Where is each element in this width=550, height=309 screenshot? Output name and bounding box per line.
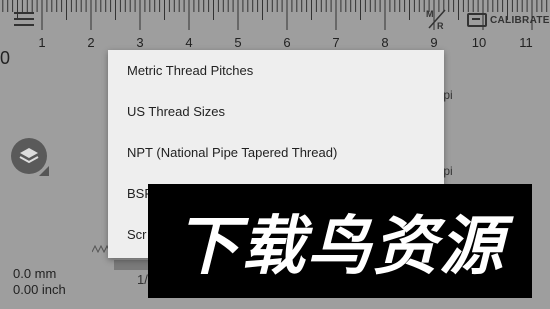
ruler-number-7: 7 xyxy=(332,35,340,50)
resize-corner-icon xyxy=(39,166,49,176)
ruler-number-5: 5 xyxy=(234,35,242,50)
ruler-number-8: 8 xyxy=(381,35,389,50)
ruler-number-4: 4 xyxy=(185,35,193,50)
ruler-number-11: 11 xyxy=(519,35,533,50)
calibrate-label: CALIBRATE xyxy=(490,14,550,26)
app-screen: 1 2 3 4 5 6 7 8 9 10 11 M R CALIBRATE 0 … xyxy=(0,0,550,309)
menu-item-metric-thread-pitches[interactable]: Metric Thread Pitches xyxy=(108,50,444,91)
calibrate-icon xyxy=(467,13,487,27)
thread-gauge-bar xyxy=(114,260,148,270)
ruler-number-2: 2 xyxy=(87,35,95,50)
calibrate-button[interactable]: CALIBRATE xyxy=(467,11,550,29)
background-fraction-label: 1/ xyxy=(137,272,148,287)
menu-item-us-thread-sizes[interactable]: US Thread Sizes xyxy=(108,91,444,132)
measurement-inch: 0.00 inch xyxy=(13,282,66,297)
ruler-number-6: 6 xyxy=(283,35,291,50)
hamburger-menu-icon[interactable] xyxy=(14,12,34,28)
ruler-number-1: 1 xyxy=(38,35,46,50)
measurement-mm: 0.0 mm xyxy=(13,266,57,281)
svg-text:R: R xyxy=(437,21,444,30)
menu-item-npt[interactable]: NPT (National Pipe Tapered Thread) xyxy=(108,132,444,173)
ruler-number-9: 9 xyxy=(430,35,438,50)
ruler-number-10: 10 xyxy=(471,35,487,50)
ruler-number-3: 3 xyxy=(136,35,144,50)
metric-imperial-toggle-icon[interactable]: M R xyxy=(425,8,449,31)
watermark-banner: 下载鸟资源 xyxy=(148,184,532,298)
layers-icon xyxy=(19,148,39,164)
zero-label: 0 xyxy=(0,48,11,68)
watermark-text: 下载鸟资源 xyxy=(175,210,505,284)
svg-text:M: M xyxy=(426,9,434,19)
